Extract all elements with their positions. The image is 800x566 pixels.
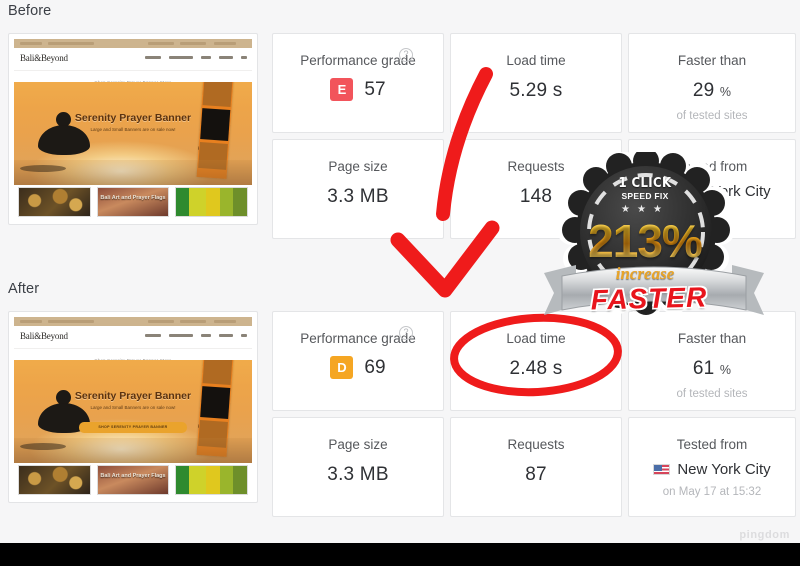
site-hero: Serenity Prayer Banner Large and Small B… [14, 82, 252, 186]
card-value: 5.29 s [509, 80, 563, 101]
after-result-panel: Bali&Beyond Shop Serenity Prayer Banner … [0, 305, 800, 543]
tested-city: New York City [677, 461, 771, 478]
site-hero-title: Serenity Prayer Banner [74, 390, 192, 402]
card-title: Performance grade [300, 53, 416, 68]
site-thumb-1 [18, 465, 91, 495]
site-thumb-3 [175, 465, 249, 495]
card-value: 61 % [692, 358, 732, 379]
site-tagline-bar: Shop Serenity Prayer Banner Store [14, 349, 252, 363]
site-hero-subtitle: Large and Small Banners are on sale now! [90, 405, 176, 410]
badge-ribbon-label: FASTER [590, 281, 708, 316]
site-thumbnail-row: Bali Art and Prayer Flags [14, 185, 252, 219]
us-flag-icon [653, 464, 671, 475]
site-thumb-2: Bali Art and Prayer Flags [96, 465, 170, 495]
card-page-size[interactable]: Page size 3.3 MB [272, 417, 444, 517]
site-nav: Bali&Beyond [14, 48, 252, 71]
card-performance-grade[interactable]: Performance grade ? D 69 [272, 311, 444, 411]
site-tagline-bar: Shop Serenity Prayer Banner Store [14, 71, 252, 85]
site-thumb-2: Bali Art and Prayer Flags [96, 187, 170, 217]
section-label-before: Before [8, 3, 52, 19]
grade-letter-badge: E [330, 78, 354, 101]
card-value: 3.3 MB [327, 186, 389, 207]
yoga-shadow [20, 165, 66, 172]
badge-percent: 213% [540, 214, 750, 268]
card-performance-grade[interactable]: Performance grade ? E 57 [272, 33, 444, 133]
site-thumbnail-row: Bali Art and Prayer Flags [14, 463, 252, 497]
card-faster-than[interactable]: Faster than 29 % of tested sites [628, 33, 796, 133]
card-title: Tested from [676, 437, 748, 452]
prayer-banner-art [196, 82, 234, 179]
card-unit: % [719, 363, 732, 377]
grade-row: E 57 [273, 78, 443, 101]
site-screenshot-card-before[interactable]: Bali&Beyond Shop Serenity Prayer Banner … [8, 33, 258, 225]
yoga-shadow [20, 443, 66, 450]
card-tested-from[interactable]: Tested from New York City on May 17 at 1… [628, 417, 796, 517]
prayer-banner-art [196, 360, 234, 457]
speed-fix-badge: 1 CLICK SPEED FIX ★★★ 213% increase FAST… [540, 152, 768, 327]
pingdom-watermark: pingdom [739, 529, 790, 541]
card-subtext: of tested sites [676, 110, 748, 122]
card-value: 2.48 s [509, 358, 563, 379]
card-requests[interactable]: Requests 87 [450, 417, 622, 517]
site-hero-title: Serenity Prayer Banner [74, 112, 192, 124]
site-thumb-2-caption: Bali Art and Prayer Flags [100, 473, 166, 479]
site-browser-topbar [14, 317, 252, 326]
grade-score: 69 [364, 356, 386, 378]
card-title: Performance grade [300, 331, 416, 346]
tested-timestamp: on May 17 at 15:32 [662, 486, 762, 498]
card-subtext: of tested sites [676, 388, 748, 400]
metrics-grid-after: Performance grade ? D 69 Load time 2.48 … [272, 311, 796, 523]
card-load-time[interactable]: Load time 5.29 s [450, 33, 622, 133]
site-nav: Bali&Beyond [14, 326, 252, 349]
site-thumb-1 [18, 187, 91, 217]
site-thumb-3 [175, 187, 249, 217]
card-title: Load time [506, 53, 566, 68]
pingdom-comparison-screenshot: Before Bali&Beyond Shop Sere [0, 0, 800, 566]
grade-row: D 69 [273, 356, 443, 379]
site-hero: Serenity Prayer Banner Large and Small B… [14, 360, 252, 464]
card-title: Faster than [677, 53, 747, 68]
site-hero-cta-label: SHOP SERENITY PRAYER BANNER [98, 425, 168, 429]
site-menu [145, 334, 247, 337]
card-title: Requests [507, 437, 565, 452]
card-title: Page size [328, 159, 388, 174]
site-browser-topbar [14, 39, 252, 48]
site-screenshot-card-after[interactable]: Bali&Beyond Shop Serenity Prayer Banner … [8, 311, 258, 503]
badge-top-line: 1 CLICK [618, 176, 672, 191]
site-screenshot-before: Bali&Beyond Shop Serenity Prayer Banner … [14, 39, 252, 219]
help-icon[interactable]: ? [399, 48, 413, 62]
card-value: 87 [525, 464, 547, 485]
card-value: 3.3 MB [327, 464, 389, 485]
card-value: 29 % [692, 80, 732, 101]
badge-text-layer: 1 CLICK SPEED FIX ★★★ 213% increase FAST… [540, 152, 768, 327]
site-screenshot-after: Bali&Beyond Shop Serenity Prayer Banner … [14, 317, 252, 497]
site-hero-subtitle: Large and Small Banners are on sale now! [90, 127, 176, 132]
section-label-after: After [8, 281, 40, 297]
card-unit: % [719, 85, 732, 99]
grade-letter-badge: D [330, 356, 354, 379]
site-menu [145, 56, 247, 59]
bottom-black-bar [0, 543, 800, 566]
metrics-row-2: Page size 3.3 MB Requests 87 Tested from… [272, 417, 796, 517]
card-title: Page size [328, 437, 388, 452]
site-logo: Bali&Beyond [20, 331, 68, 341]
site-logo: Bali&Beyond [20, 53, 68, 63]
card-title: Faster than [677, 331, 747, 346]
help-icon[interactable]: ? [399, 326, 413, 340]
site-thumb-2-caption: Bali Art and Prayer Flags [100, 195, 166, 201]
metrics-row-1: Performance grade ? E 57 Load time 5.29 … [272, 33, 796, 133]
badge-second-line: SPEED FIX [621, 191, 669, 201]
grade-score: 57 [364, 78, 386, 100]
card-title: Load time [506, 331, 566, 346]
site-hero-cta-button[interactable]: SHOP SERENITY PRAYER BANNER [79, 422, 187, 433]
card-page-size[interactable]: Page size 3.3 MB [272, 139, 444, 239]
tested-from-row: New York City [629, 461, 795, 478]
